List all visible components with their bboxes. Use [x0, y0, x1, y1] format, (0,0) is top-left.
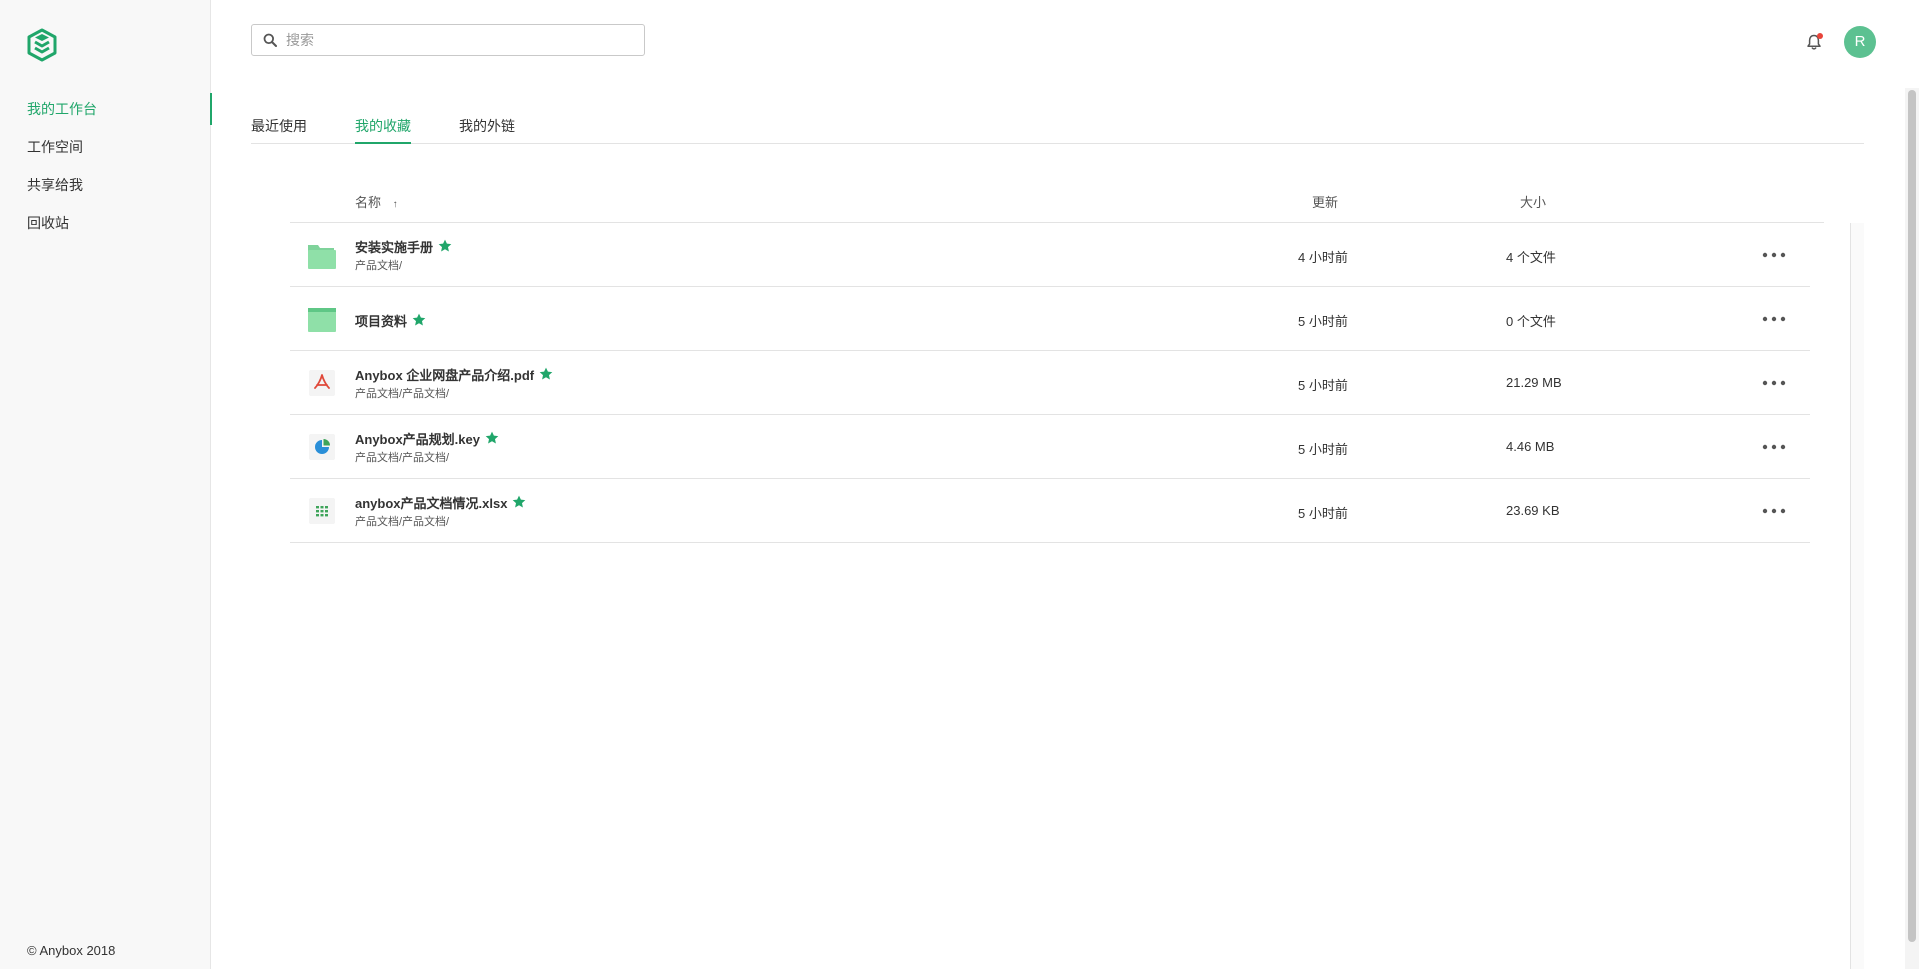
file-size: 4 个文件 — [1506, 250, 1556, 265]
folder-icon — [308, 308, 336, 332]
tab-recent[interactable]: 最近使用 — [251, 116, 307, 143]
more-horizontal-icon[interactable] — [1762, 441, 1786, 453]
file-list: 安装实施手册 产品文档/ 4 小时前 4 个文件 项目资料 5 小时前 0 个文… — [290, 223, 1810, 543]
file-path: 产品文档/ — [355, 260, 403, 272]
star-icon[interactable] — [438, 239, 452, 253]
keynote-file-icon — [309, 434, 335, 460]
tab-favorites[interactable]: 我的收藏 — [355, 116, 411, 144]
file-updated: 5 小时前 — [1298, 506, 1348, 521]
spreadsheet-file-icon — [309, 498, 335, 524]
file-name[interactable]: 项目资料 — [355, 311, 426, 330]
file-updated: 4 小时前 — [1298, 250, 1348, 265]
sidebar-item-shared-with-me[interactable]: 共享给我 — [0, 166, 211, 204]
file-size: 0 个文件 — [1506, 314, 1556, 329]
file-name[interactable]: 安装实施手册 — [355, 237, 452, 256]
file-path: 产品文档/产品文档/ — [355, 516, 450, 528]
column-header-name[interactable]: 名称 ↑ — [355, 192, 398, 211]
file-path: 产品文档/产品文档/ — [355, 388, 450, 400]
pdf-file-icon — [309, 370, 335, 396]
tab-external-links[interactable]: 我的外链 — [459, 116, 515, 143]
table-row[interactable]: Anybox产品规划.key 产品文档/产品文档/ 5 小时前 4.46 MB — [290, 415, 1810, 479]
star-icon[interactable] — [412, 313, 426, 327]
table-row[interactable]: anybox产品文档情况.xlsx 产品文档/产品文档/ 5 小时前 23.69… — [290, 479, 1810, 543]
column-header-name-label: 名称 — [355, 195, 382, 210]
notification-badge — [1817, 33, 1823, 39]
file-name-label: Anybox产品规划.key — [355, 432, 480, 447]
star-icon[interactable] — [539, 367, 553, 381]
table-row[interactable]: Anybox 企业网盘产品介绍.pdf 产品文档/产品文档/ 5 小时前 21.… — [290, 351, 1810, 415]
file-updated: 5 小时前 — [1298, 442, 1348, 457]
more-horizontal-icon[interactable] — [1762, 249, 1786, 261]
more-horizontal-icon[interactable] — [1762, 313, 1786, 325]
list-scrollbar[interactable] — [1850, 223, 1864, 969]
file-updated: 5 小时前 — [1298, 378, 1348, 393]
file-name[interactable]: Anybox产品规划.key — [355, 429, 499, 448]
anybox-logo-icon[interactable] — [26, 28, 58, 62]
notification-button[interactable] — [1806, 33, 1823, 51]
file-size: 21.29 MB — [1506, 375, 1562, 390]
file-size: 4.46 MB — [1506, 439, 1555, 454]
file-size: 23.69 KB — [1506, 503, 1560, 518]
star-icon[interactable] — [485, 431, 499, 445]
search-icon — [263, 33, 277, 47]
more-horizontal-icon[interactable] — [1762, 377, 1786, 389]
file-name[interactable]: Anybox 企业网盘产品介绍.pdf — [355, 365, 553, 384]
tab-bar: 最近使用 我的收藏 我的外链 — [251, 112, 1864, 144]
file-name[interactable]: anybox产品文档情况.xlsx — [355, 493, 526, 512]
sidebar-item-workspace[interactable]: 工作空间 — [0, 128, 211, 166]
file-path: 产品文档/产品文档/ — [355, 452, 450, 464]
column-header-updated[interactable]: 更新 — [1312, 192, 1338, 211]
user-avatar[interactable]: R — [1844, 26, 1876, 58]
copyright-text: © Anybox 2018 — [27, 943, 116, 958]
file-updated: 5 小时前 — [1298, 314, 1348, 329]
table-row[interactable]: 安装实施手册 产品文档/ 4 小时前 4 个文件 — [290, 223, 1810, 287]
sidebar-item-my-workbench[interactable]: 我的工作台 — [0, 90, 212, 128]
page-scrollbar-thumb[interactable] — [1908, 90, 1916, 942]
more-horizontal-icon[interactable] — [1762, 505, 1786, 517]
file-name-label: anybox产品文档情况.xlsx — [355, 496, 508, 511]
table-row[interactable]: 项目资料 5 小时前 0 个文件 — [290, 287, 1810, 351]
sidebar-item-recycle-bin[interactable]: 回收站 — [0, 204, 211, 242]
sort-ascending-icon[interactable]: ↑ — [393, 199, 398, 210]
folder-open-icon — [308, 245, 336, 269]
star-icon[interactable] — [512, 495, 526, 509]
column-header-size[interactable]: 大小 — [1520, 192, 1546, 211]
search-input[interactable] — [286, 25, 636, 55]
file-name-label: 安装实施手册 — [355, 240, 434, 255]
search-box — [251, 24, 645, 56]
file-name-label: Anybox 企业网盘产品介绍.pdf — [355, 368, 535, 383]
app-window: 我的工作台 工作空间 共享给我 回收站 © Anybox 2018 R 最近使用… — [0, 0, 1919, 969]
sidebar-nav: 我的工作台 工作空间 共享给我 回收站 — [0, 90, 212, 242]
file-name-label: 项目资料 — [355, 314, 408, 329]
table-header: 名称 ↑ 更新 大小 — [290, 186, 1824, 223]
sidebar: 我的工作台 工作空间 共享给我 回收站 © Anybox 2018 — [0, 0, 212, 969]
